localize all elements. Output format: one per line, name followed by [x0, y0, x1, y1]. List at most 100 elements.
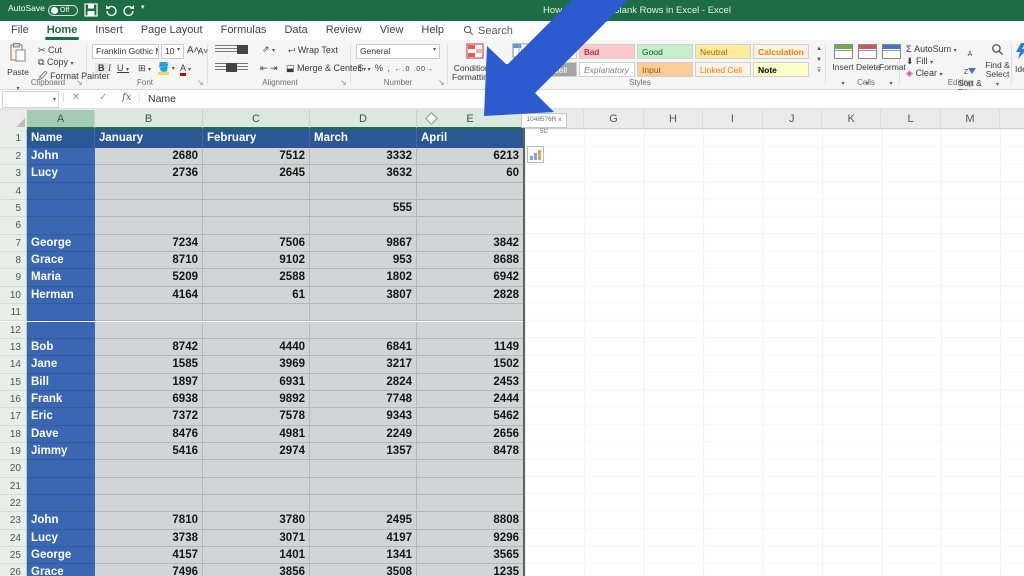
shrink-font-button[interactable]: A˅ [198, 47, 208, 56]
row-header-7[interactable]: 7 [0, 235, 27, 252]
cell-D15[interactable]: 2824 [310, 374, 417, 391]
vertical-align-buttons[interactable] [215, 45, 248, 56]
cell-D6[interactable] [310, 217, 417, 234]
cell-D1[interactable]: March [310, 129, 417, 148]
row-header-20[interactable]: 20 [0, 460, 27, 477]
cell-E9[interactable]: 6942 [417, 269, 524, 286]
cell-B11[interactable] [95, 304, 203, 321]
cell-E12[interactable] [417, 322, 524, 339]
font-color-button[interactable]: A ▾ [180, 63, 191, 73]
column-header-D[interactable]: D [310, 110, 417, 129]
undo-icon[interactable] [104, 3, 118, 17]
cell-style-normal[interactable]: Normal [521, 44, 577, 59]
row-header-23[interactable]: 23 [0, 512, 27, 529]
number-format-buttons[interactable]: $ ▾ % , ←.0 .00→ [358, 63, 434, 73]
indent-buttons[interactable]: ⇤ ⇥ [260, 63, 278, 74]
cell-style-check-cell[interactable]: Check Cell [521, 62, 577, 77]
column-header-K[interactable]: K [822, 110, 881, 129]
cell-D14[interactable]: 3217 [310, 356, 417, 373]
tab-insert[interactable]: Insert [86, 21, 132, 40]
cell-B12[interactable] [95, 322, 203, 339]
alignment-dialog-launcher[interactable]: ↘ [340, 78, 347, 87]
cell-B17[interactable]: 7372 [95, 408, 203, 425]
column-header-M[interactable]: M [941, 110, 1000, 129]
redo-icon[interactable] [122, 3, 136, 17]
row-header-16[interactable]: 16 [0, 391, 27, 408]
cell-A23[interactable]: John [27, 512, 95, 529]
borders-button[interactable]: ⊞ ▾ [138, 63, 151, 74]
cell-E25[interactable]: 3565 [417, 547, 524, 564]
row-header-5[interactable]: 5 [0, 200, 27, 217]
quick-analysis-icon[interactable] [527, 146, 544, 163]
cell-C1[interactable]: February [203, 129, 310, 148]
cell-A9[interactable]: Maria [27, 269, 95, 286]
row-header-22[interactable]: 22 [0, 495, 27, 512]
cell-B6[interactable] [95, 217, 203, 234]
cell-A1[interactable]: Name [27, 129, 95, 148]
cell-B9[interactable]: 5209 [95, 269, 203, 286]
wrap-text-button[interactable]: ⮠ Wrap Text [288, 45, 338, 56]
cell-A11[interactable] [27, 304, 95, 321]
cell-A16[interactable]: Frank [27, 391, 95, 408]
cell-E15[interactable]: 2453 [417, 374, 524, 391]
cell-E24[interactable]: 9296 [417, 530, 524, 547]
copy-button[interactable]: ⧉ Copy ▾ [38, 57, 73, 68]
cell-style-explanatory-[interactable]: Explanatory ... [579, 62, 635, 77]
column-header-partial[interactable] [1000, 110, 1024, 129]
row-header-25[interactable]: 25 [0, 547, 27, 564]
cell-C26[interactable]: 3856 [203, 564, 310, 576]
cell-B23[interactable]: 7810 [95, 512, 203, 529]
cell-C16[interactable]: 9892 [203, 391, 310, 408]
cell-C25[interactable]: 1401 [203, 547, 310, 564]
cell-C21[interactable] [203, 478, 310, 495]
cell-E21[interactable] [417, 478, 524, 495]
cell-D17[interactable]: 9343 [310, 408, 417, 425]
cell-D10[interactable]: 3807 [310, 287, 417, 304]
row-header-13[interactable]: 13 [0, 339, 27, 356]
cell-A24[interactable]: Lucy [27, 530, 95, 547]
cell-D26[interactable]: 3508 [310, 564, 417, 576]
cell-C8[interactable]: 9102 [203, 252, 310, 269]
cell-D8[interactable]: 953 [310, 252, 417, 269]
tab-data[interactable]: Data [275, 21, 316, 40]
cell-D24[interactable]: 4197 [310, 530, 417, 547]
empty-cells-area[interactable] [525, 129, 1024, 576]
cell-D3[interactable]: 3632 [310, 165, 417, 182]
select-all-corner[interactable] [0, 110, 28, 130]
column-header-J[interactable]: J [763, 110, 822, 129]
autosave-toggle[interactable]: Off [48, 5, 78, 16]
cell-B13[interactable]: 8742 [95, 339, 203, 356]
cell-A10[interactable]: Herman [27, 287, 95, 304]
row-header-24[interactable]: 24 [0, 530, 27, 547]
font-dialog-launcher[interactable]: ↘ [197, 78, 204, 87]
cell-C23[interactable]: 3780 [203, 512, 310, 529]
row-header-8[interactable]: 8 [0, 252, 27, 269]
font-name-select[interactable]: Franklin Gothic Me ▾ [92, 44, 159, 59]
cell-E10[interactable]: 2828 [417, 287, 524, 304]
tab-formulas[interactable]: Formulas [212, 21, 276, 40]
orientation-button[interactable]: ⇗ ▾ [262, 44, 275, 55]
paste-button[interactable]: Paste ▾ [6, 43, 30, 77]
fx-icon[interactable]: fx [122, 92, 131, 103]
cell-B1[interactable]: January [95, 129, 203, 148]
cell-C12[interactable] [203, 322, 310, 339]
cell-E23[interactable]: 8808 [417, 512, 524, 529]
cell-C6[interactable] [203, 217, 310, 234]
cell-A8[interactable]: Grace [27, 252, 95, 269]
cell-E7[interactable]: 3842 [417, 235, 524, 252]
cell-B20[interactable] [95, 460, 203, 477]
cell-E16[interactable]: 2444 [417, 391, 524, 408]
cell-B5[interactable] [95, 200, 203, 217]
cell-D16[interactable]: 7748 [310, 391, 417, 408]
cell-B18[interactable]: 8476 [95, 426, 203, 443]
row-header-18[interactable]: 18 [0, 426, 27, 443]
cell-C18[interactable]: 4981 [203, 426, 310, 443]
cell-D5[interactable]: 555 [310, 200, 417, 217]
row-header-4[interactable]: 4 [0, 183, 27, 200]
row-header-21[interactable]: 21 [0, 478, 27, 495]
cell-E17[interactable]: 5462 [417, 408, 524, 425]
row-header-10[interactable]: 10 [0, 287, 27, 304]
cell-D19[interactable]: 1357 [310, 443, 417, 460]
cell-C19[interactable]: 2974 [203, 443, 310, 460]
cell-D11[interactable] [310, 304, 417, 321]
